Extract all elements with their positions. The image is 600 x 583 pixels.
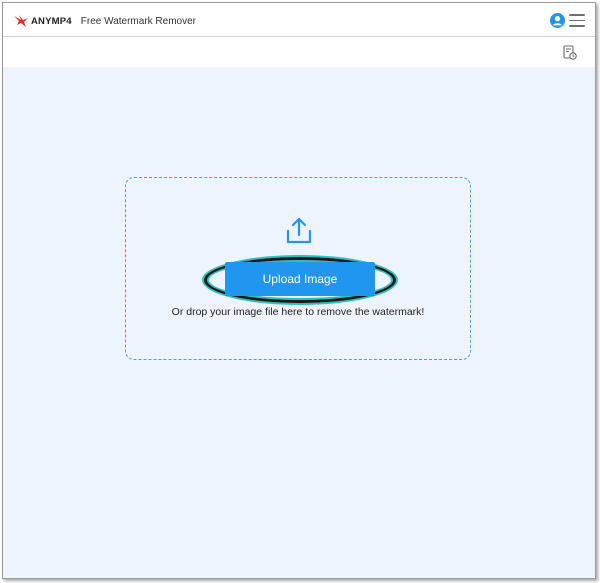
- hamburger-menu-icon[interactable]: [569, 14, 585, 27]
- menu-line: [569, 19, 585, 21]
- toolbar: [3, 37, 595, 67]
- upload-image-button[interactable]: Upload Image: [225, 262, 375, 296]
- history-document-icon[interactable]: [563, 45, 577, 60]
- upload-dropzone[interactable]: Upload Image Or drop your image file her…: [125, 177, 471, 360]
- upload-icon: [286, 217, 312, 244]
- menu-line: [569, 14, 585, 16]
- anymp4-logo-icon: [14, 15, 28, 27]
- user-account-icon[interactable]: [550, 13, 565, 28]
- app-window: ANYMP4 Free Watermark Remover Upload Ima…: [2, 2, 596, 579]
- drop-hint-text: Or drop your image file here to remove t…: [171, 306, 425, 318]
- logo[interactable]: ANYMP4 Free Watermark Remover: [14, 13, 196, 29]
- app-title: Free Watermark Remover: [80, 15, 197, 27]
- top-bar: ANYMP4 Free Watermark Remover: [3, 3, 595, 37]
- menu-line: [569, 25, 585, 27]
- main-content: Upload Image Or drop your image file her…: [3, 67, 595, 578]
- brand-name: ANYMP4: [31, 15, 72, 27]
